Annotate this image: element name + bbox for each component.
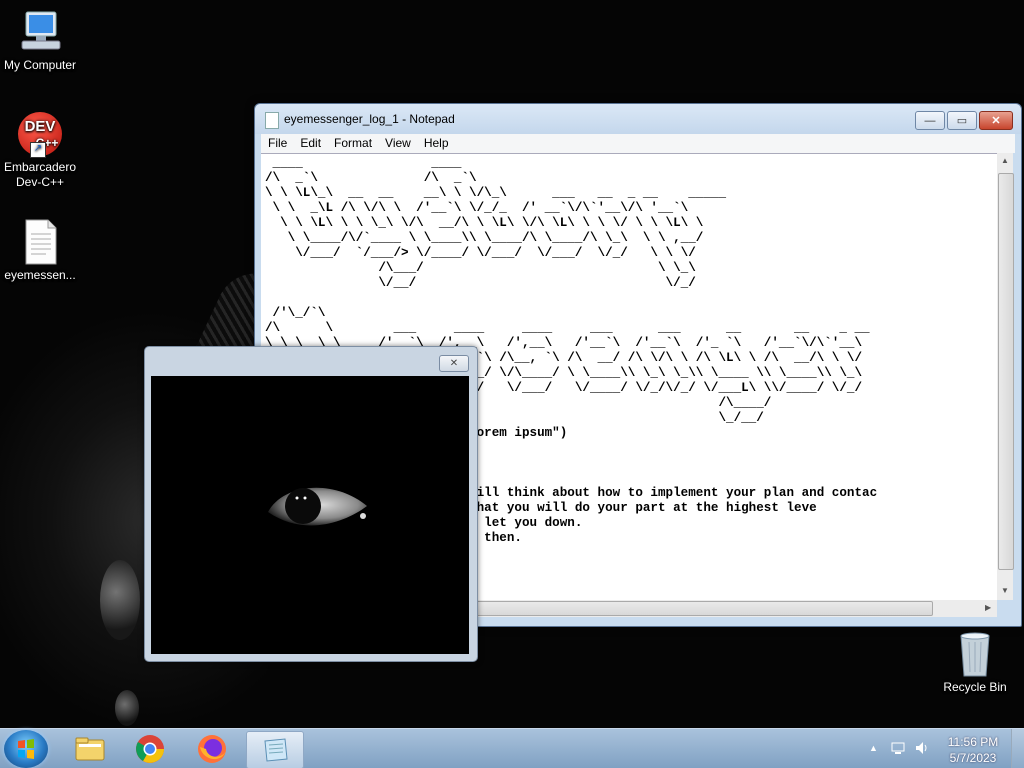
desktop-icon-label: Embarcadero Dev-C++ [3,160,77,189]
firefox-icon [198,735,226,763]
taskbar-file-explorer[interactable] [62,731,118,767]
shortcut-arrow-icon: ↗ [30,142,46,158]
vertical-scrollbar[interactable]: ▲ ▼ [997,153,1014,600]
text-file-icon [16,218,64,266]
menu-bar: File Edit Format View Help [261,134,1015,153]
background-drop [115,690,139,726]
clock-date: 5/7/2023 [949,751,997,765]
file-explorer-icon [75,737,105,761]
desktop-icon-recycle-bin[interactable]: Recycle Bin [935,630,1015,695]
scroll-up-arrow-icon[interactable]: ▲ [1001,156,1009,165]
eye-canvas [151,376,469,654]
menu-format[interactable]: Format [327,134,378,150]
eye-window[interactable]: ✕ [144,346,478,662]
network-icon[interactable] [890,740,906,759]
menu-view[interactable]: View [378,134,417,150]
show-hidden-icons-button[interactable]: ▲ [869,743,878,753]
taskbar-notepad[interactable] [246,731,304,768]
desktop-icon-eyemessenger-log[interactable]: eyemessen... [0,218,80,283]
menu-file[interactable]: File [261,134,293,150]
close-button[interactable]: ✕ [979,111,1013,130]
scroll-down-arrow-icon[interactable]: ▼ [1001,586,1009,595]
notepad-icon [265,112,279,129]
scroll-thumb[interactable] [461,601,933,616]
computer-icon [16,8,64,56]
taskbar-firefox[interactable] [184,731,240,767]
close-button[interactable]: ✕ [439,355,469,372]
scroll-thumb[interactable] [998,173,1014,570]
volume-icon[interactable] [914,740,930,759]
windows-logo-icon [18,739,34,759]
taskbar: ▲ 11:56 PM 5/7/2023 [0,728,1024,768]
desktop-icon-devcpp[interactable]: DEV C++ ↗ Embarcadero Dev-C++ [0,110,80,190]
recycle-bin-icon [951,630,999,678]
title-bar[interactable]: eyemessenger_log_1 - Notepad — ▭ ✕ [255,104,1021,134]
desktop-icon-label: Recycle Bin [943,680,1007,694]
notepad-icon [264,738,288,762]
system-clock[interactable]: 11:56 PM 5/7/2023 [938,734,1008,766]
desktop-icon-my-computer[interactable]: My Computer [0,8,80,73]
chrome-icon [136,735,164,763]
desktop-icon-label: eyemessen... [4,268,76,282]
desktop-icon-label: My Computer [3,58,77,72]
start-button[interactable] [4,730,48,768]
menu-help[interactable]: Help [417,134,455,150]
taskbar-chrome[interactable] [122,731,178,767]
scroll-right-arrow-icon[interactable]: ▶ [985,603,991,612]
maximize-button[interactable]: ▭ [947,111,977,130]
menu-edit[interactable]: Edit [293,134,327,150]
background-drop [100,560,140,640]
clock-time: 11:56 PM [947,735,999,749]
minimize-button[interactable]: — [915,111,945,130]
show-desktop-button[interactable] [1011,729,1024,768]
window-title: eyemessenger_log_1 - Notepad [284,112,455,126]
devcpp-icon: DEV C++ ↗ [16,110,64,158]
eye-image [268,487,367,526]
